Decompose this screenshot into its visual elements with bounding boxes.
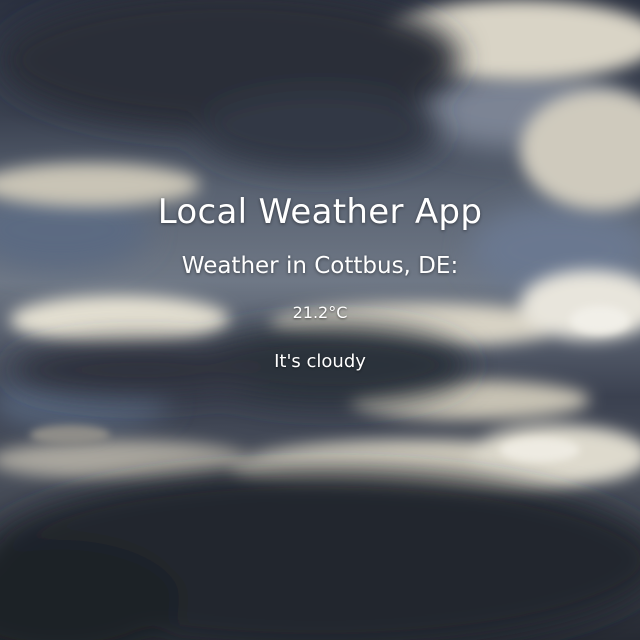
weather-condition: It's cloudy [274,351,366,372]
location-prefix: Weather in [181,253,315,279]
location-suffix: : [450,253,459,279]
temperature-unit-toggle[interactable]: °C [328,303,347,322]
temperature-value: 21.2 [292,303,329,322]
weather-panel: Local Weather App Weather in Cottbus, DE… [0,0,640,640]
location-name: Cottbus, DE [314,253,451,279]
app-title: Local Weather App [157,192,483,232]
temperature-readout: 21.2°C [0,303,640,322]
location-heading: Weather in Cottbus, DE: [0,253,640,279]
